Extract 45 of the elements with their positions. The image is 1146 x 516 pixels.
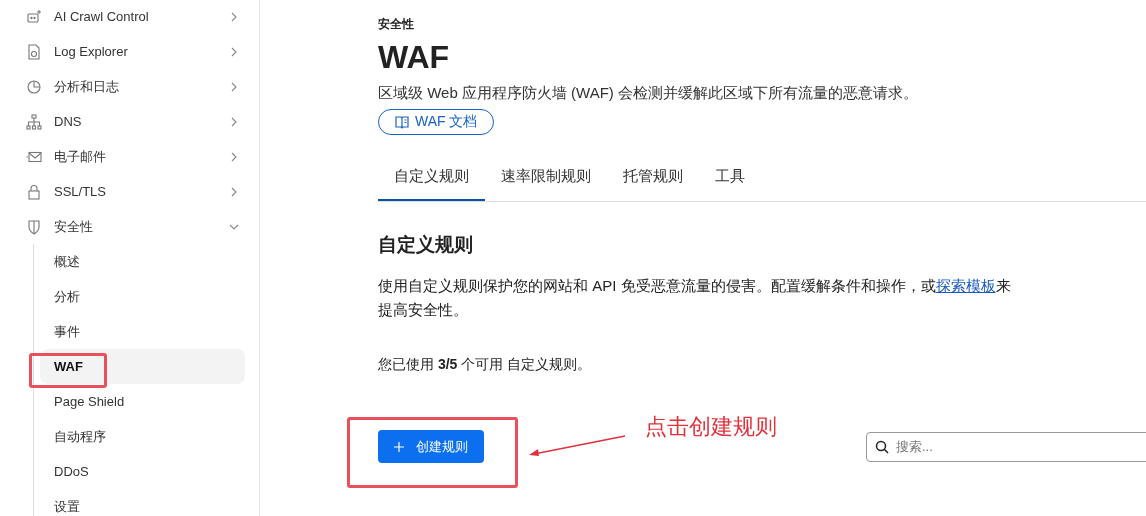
sidebar-item[interactable]: 电子邮件 [0,139,259,174]
plus-icon [394,441,404,452]
sidebar-subitem[interactable]: DDoS [40,454,245,489]
robot-icon [26,8,42,25]
chevron-right-icon [229,46,239,57]
sidebar-item[interactable]: 分析和日志 [0,69,259,104]
tab[interactable]: 自定义规则 [378,167,485,201]
tab[interactable]: 速率限制规则 [485,167,607,201]
docs-button[interactable]: WAF 文档 [378,109,495,135]
network-icon [26,113,42,130]
sidebar-subitem[interactable]: 概述 [40,244,245,279]
sidebar-item[interactable]: DNS [0,104,259,139]
chevron-right-icon [229,186,239,197]
create-rule-button[interactable]: 创建规则 [378,430,484,463]
sidebar-subitem[interactable]: 自动程序 [40,419,245,454]
breadcrumb: 安全性 [378,16,414,33]
usage-text: 您已使用 3/5 个可用 自定义规则。 [378,356,593,374]
sidebar-subitem[interactable]: Page Shield [40,384,245,419]
pie-chart-icon [26,78,42,95]
document-icon [26,43,42,60]
tab[interactable]: 工具 [699,167,761,201]
search-field[interactable]: 搜索... [866,431,1146,462]
sidebar-subitem[interactable]: 事件 [40,314,245,349]
shield-icon [26,218,42,235]
page-description: 区域级 Web 应用程序防火墙 (WAF) 会检测并缓解此区域下所有流量的恶意请求。 [378,84,919,103]
chevron-right-icon [229,116,239,127]
section-description: 使用自定义规则保护您的网站和 API 免受恶意流量的侵害。配置缓解条件和操作，或探索模板来提高安全性。 [378,276,1012,320]
section-heading: 自定义规则 [378,233,473,257]
lock-icon [26,183,42,200]
chevron-right-icon [229,81,239,92]
sidebar-subitem[interactable]: WAF [40,349,245,384]
sidebar-item[interactable]: SSL/TLS [0,174,259,209]
chevron-right-icon [229,151,239,162]
page-title: WAF [378,39,450,76]
tab[interactable]: 托管规则 [607,167,699,201]
sidebar-item[interactable]: 安全性 [0,209,259,244]
sidebar-subitem[interactable]: 分析 [40,279,245,314]
annotation-text: 点击创建规则 [645,413,777,441]
sidebar-subitem[interactable]: 设置 [40,489,245,516]
chevron-right-icon [229,11,239,22]
search-icon [875,439,889,454]
sidebar-item[interactable]: AI Crawl Control [0,0,259,34]
explore-templates-link[interactable]: 探索模板 [935,277,996,294]
book-icon [395,115,409,129]
sidebar-item[interactable]: Log Explorer [0,34,259,69]
